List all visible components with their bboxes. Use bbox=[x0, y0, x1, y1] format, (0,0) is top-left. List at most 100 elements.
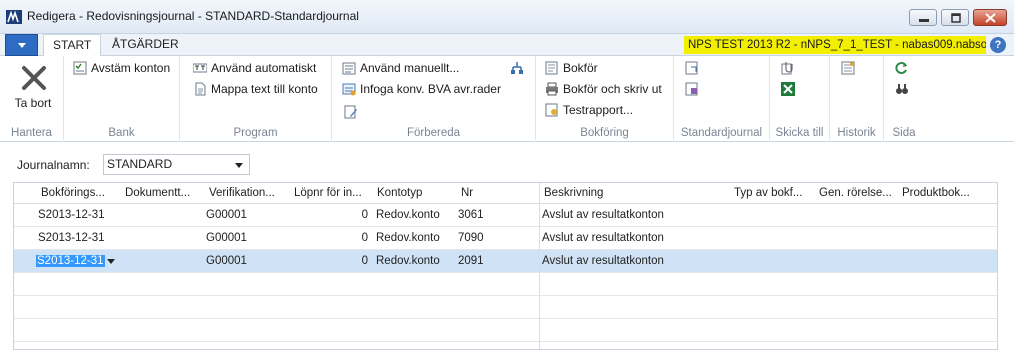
apply-automatically-label: Använd automatiskt bbox=[211, 61, 317, 75]
column-header-document-type[interactable]: Dokumentt... bbox=[125, 187, 190, 199]
cell-account-type[interactable]: Redov.konto bbox=[376, 232, 440, 244]
column-header-document-no[interactable]: Verifikation... bbox=[209, 187, 275, 199]
grid-header: Bokförings... Dokumentt... Verifikation.… bbox=[14, 183, 997, 204]
post-icon bbox=[545, 61, 558, 75]
cell-account-no[interactable]: 7090 bbox=[458, 232, 484, 244]
column-header-gen-bus-posting[interactable]: Gen. rörelse... bbox=[819, 187, 892, 199]
cell-incoming-doc-no[interactable]: 0 bbox=[344, 232, 368, 244]
ribbon-tab-row: START ÅTGÄRDER NPS TEST 2013 R2 - nNPS_7… bbox=[0, 34, 1014, 57]
cell-document-no[interactable]: G00001 bbox=[206, 232, 247, 244]
column-header-account-no[interactable]: Nr bbox=[461, 187, 473, 199]
cell-account-no[interactable]: 3061 bbox=[458, 209, 484, 221]
chevron-down-icon[interactable] bbox=[107, 259, 115, 264]
printer-icon bbox=[546, 82, 558, 96]
delete-x-icon bbox=[22, 66, 46, 90]
group-label-program: Program bbox=[233, 127, 278, 139]
delete-label: Ta bort bbox=[14, 96, 52, 110]
minimize-button[interactable] bbox=[909, 9, 937, 26]
chevron-down-icon bbox=[235, 163, 243, 168]
cell-posting-date[interactable]: S2013-12-31 bbox=[38, 209, 105, 221]
window-title: Redigera - Redovisningsjournal - STANDAR… bbox=[27, 9, 359, 23]
group-program: Använd automatiskt Mappa text till konto… bbox=[180, 56, 332, 142]
column-header-posting-type[interactable]: Typ av bokf... bbox=[734, 187, 802, 199]
history-list-icon[interactable] bbox=[841, 61, 855, 75]
edit-document-icon[interactable] bbox=[344, 105, 358, 119]
cell-account-type[interactable]: Redov.konto bbox=[376, 255, 440, 267]
flow-diagram-icon[interactable] bbox=[510, 61, 524, 75]
journal-name-label: Journalnamn: bbox=[17, 158, 90, 172]
post-and-print-label: Bokför och skriv ut bbox=[563, 82, 662, 96]
journal-filter-row: Journalnamn: STANDARD bbox=[0, 142, 1014, 182]
column-header-account-type[interactable]: Kontotyp bbox=[377, 187, 422, 199]
attachment-icon[interactable] bbox=[781, 61, 795, 75]
save-journal-icon[interactable] bbox=[685, 61, 699, 75]
cell-posting-date[interactable]: S2013-12-31 bbox=[36, 255, 105, 267]
group-label-forbereda: Förbereda bbox=[406, 127, 461, 139]
cell-description[interactable]: Avslut av resultatkonton bbox=[542, 255, 664, 267]
empty-row[interactable] bbox=[14, 319, 997, 342]
minimize-icon bbox=[919, 19, 929, 22]
column-header-incoming-doc-no[interactable]: Löpnr för in... bbox=[294, 187, 362, 199]
reconcile-accounts-label: Avstäm konton bbox=[91, 61, 171, 75]
journal-name-select[interactable]: STANDARD bbox=[103, 154, 250, 175]
posting-date-editor[interactable]: S2013-12-31 bbox=[36, 253, 115, 269]
ribbon: Ta bort Hantera Avstäm konton Bank Använ… bbox=[0, 56, 1014, 142]
column-header-posting-date[interactable]: Bokförings... bbox=[41, 187, 105, 199]
journal-name-value: STANDARD bbox=[107, 157, 173, 171]
dynamics-nav-icon bbox=[6, 10, 22, 24]
cell-description[interactable]: Avslut av resultatkonton bbox=[542, 209, 664, 221]
map-text-to-account-label: Mappa text till konto bbox=[211, 82, 318, 96]
group-skicka-till: Skicka till bbox=[770, 56, 830, 142]
report-icon bbox=[545, 103, 558, 117]
text-to-account-icon bbox=[193, 63, 207, 73]
delete-button[interactable]: Ta bort bbox=[12, 62, 54, 124]
column-header-description[interactable]: Beskrivning bbox=[544, 187, 603, 199]
find-binoculars-icon[interactable] bbox=[895, 82, 909, 96]
group-label-standardjournal: Standardjournal bbox=[680, 127, 763, 139]
checklist-icon bbox=[73, 61, 87, 75]
cell-account-no[interactable]: 2091 bbox=[458, 255, 484, 267]
cell-document-no[interactable]: G00001 bbox=[206, 255, 247, 267]
restore-icon bbox=[951, 13, 961, 23]
group-bokforing: Bokför Bokför och skriv ut Testrapport..… bbox=[536, 56, 674, 142]
insert-vat-lines-label: Infoga konv. BVA avr.rader bbox=[360, 82, 501, 96]
empty-row[interactable] bbox=[14, 273, 997, 296]
column-header-product-posting[interactable]: Produktbok... bbox=[902, 187, 970, 199]
tab-start[interactable]: START bbox=[43, 34, 102, 57]
cell-incoming-doc-no[interactable]: 0 bbox=[344, 255, 368, 267]
post-label: Bokför bbox=[563, 61, 598, 75]
table-row[interactable]: S2013-12-31 G00001 0 Redov.konto 3061 Av… bbox=[14, 204, 997, 227]
cell-description[interactable]: Avslut av resultatkonton bbox=[542, 232, 664, 244]
document-icon bbox=[195, 82, 206, 96]
environment-badge: NPS TEST 2013 R2 - nNPS_7_1_TEST - nabas… bbox=[684, 36, 986, 54]
table-row[interactable]: S2013-12-31 G00001 0 Redov.konto 7090 Av… bbox=[14, 227, 997, 250]
group-forbereda: Använd manuellt... Infoga konv. BVA avr.… bbox=[332, 56, 536, 142]
apply-entries-icon bbox=[342, 62, 356, 75]
excel-icon[interactable] bbox=[781, 82, 795, 96]
insert-lines-icon bbox=[342, 83, 356, 96]
close-button[interactable] bbox=[973, 9, 1007, 26]
group-sida: Sida bbox=[884, 56, 924, 142]
cell-document-no[interactable]: G00001 bbox=[206, 209, 247, 221]
group-label-hantera: Hantera bbox=[11, 127, 52, 139]
cell-incoming-doc-no[interactable]: 0 bbox=[344, 209, 368, 221]
cell-account-type[interactable]: Redov.konto bbox=[376, 209, 440, 221]
column-divider bbox=[539, 183, 540, 349]
group-historik: Historik bbox=[830, 56, 884, 142]
refresh-icon[interactable] bbox=[895, 61, 909, 75]
table-row-selected[interactable]: S2013-12-31 G00001 0 Redov.konto 2091 Av… bbox=[14, 250, 997, 273]
get-journal-icon[interactable] bbox=[685, 82, 699, 96]
group-label-bank: Bank bbox=[108, 127, 135, 139]
maximize-button[interactable] bbox=[941, 9, 969, 26]
application-menu-button[interactable] bbox=[5, 34, 38, 56]
tab-atgarder[interactable]: ÅTGÄRDER bbox=[103, 34, 188, 56]
title-bar: Redigera - Redovisningsjournal - STANDAR… bbox=[0, 0, 1014, 34]
help-icon[interactable]: ? bbox=[990, 37, 1006, 53]
chevron-down-icon bbox=[18, 43, 26, 48]
group-label-bokforing: Bokföring bbox=[580, 127, 629, 139]
group-hantera: Ta bort Hantera bbox=[0, 56, 64, 142]
empty-row[interactable] bbox=[14, 296, 997, 319]
cell-posting-date[interactable]: S2013-12-31 bbox=[38, 232, 105, 244]
group-label-skicka-till: Skicka till bbox=[775, 127, 824, 139]
group-label-sida: Sida bbox=[892, 127, 916, 139]
